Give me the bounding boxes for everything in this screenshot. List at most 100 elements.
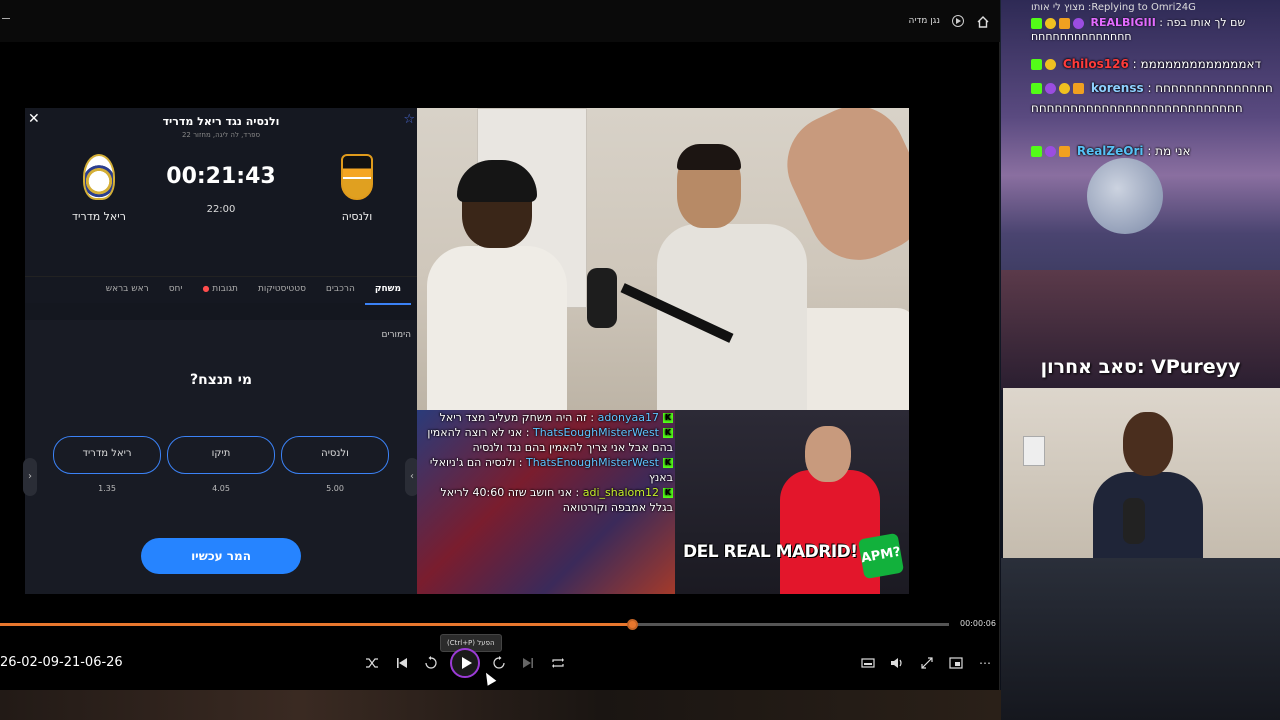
overlay-chat-line: Kadi_shalom12 : אני חושב שזה 40:60 לריאל… — [440, 486, 673, 514]
apm-badge: APM? — [857, 532, 905, 580]
kick-badge-icon: K — [663, 488, 673, 498]
chat-user: Chilos126 — [1062, 57, 1129, 71]
kick-badge-icon: K — [663, 413, 673, 423]
overlay-chat-user: ThatsEoughMisterWest — [532, 426, 659, 439]
chat-message: RealZeOri : אני מת — [1031, 141, 1280, 161]
reply-header: Replying to Omri24G: מצוץ לי אותו — [1031, 2, 1196, 13]
fire-icon: ● — [202, 284, 210, 293]
kick-badge-icon — [1031, 59, 1042, 70]
overlay-chat-user: adi_shalom12 — [582, 486, 659, 499]
option-home: ולנסיה 5.00 — [281, 436, 389, 493]
crown-badge-icon — [1059, 17, 1070, 29]
media-player-window: נגן מדיה ✕ ☆ ולנסיה נגד ריאל מדריד ספרד,… — [0, 0, 1000, 690]
background-strip — [0, 690, 1001, 720]
forward-30-icon[interactable] — [491, 655, 507, 671]
microphone-icon — [1123, 498, 1145, 544]
chat-message: korenss : חחחחחחחחחחחחחחחחחחחחחחחחחחחחחח… — [1031, 81, 1273, 115]
referee-clip: DEL REAL MADRID! APM? — [675, 410, 909, 594]
overlay-chat-line: Kadonyaa17 : זה היה משחק מעליב מצד ריאל — [439, 411, 673, 424]
tab-game: משחק — [364, 277, 411, 305]
away-team: ריאל מדריד — [49, 154, 149, 223]
seek-progress — [0, 623, 632, 626]
option-draw: תיקו 4.05 — [167, 436, 275, 493]
app-title: נגן מדיה — [908, 16, 940, 26]
satellite-dish — [1087, 158, 1163, 234]
next-icon[interactable] — [520, 655, 536, 671]
video-frame[interactable]: ✕ ☆ ולנסיה נגד ריאל מדריד ספרד, לה ליגה,… — [23, 108, 909, 594]
gift-badge-icon — [1045, 59, 1056, 70]
carousel-left-icon: ‹ — [23, 458, 37, 496]
gift-badge-icon — [1045, 17, 1056, 29]
prediction-options: ולנסיה 5.00 תיקו 4.05 ריאל מדריד 1.35 — [25, 436, 417, 493]
option-home-button: ולנסיה — [281, 436, 389, 474]
tab-comments-label: תגובות — [212, 284, 238, 294]
previous-icon[interactable] — [394, 655, 410, 671]
background-scene — [1001, 558, 1280, 720]
match-subtitle: ספרד, לה ליגה, מחזור 22 — [181, 131, 261, 139]
file-name: 26-02-09-21-06-26 — [0, 655, 123, 670]
current-time: 00:00:06 — [960, 619, 996, 628]
streamer — [1093, 412, 1203, 558]
screen: נגן מדיה ✕ ☆ ולנסיה נגד ריאל מדריד ספרד,… — [0, 0, 1280, 720]
reply-message: REALBIGIII : שם לך אותו בפה חחחחחחחחחחחח… — [1031, 16, 1246, 43]
crown-badge-icon — [1073, 83, 1084, 94]
person-left — [427, 160, 587, 410]
streamer-camera-scene — [417, 108, 909, 410]
seek-bar[interactable] — [0, 619, 949, 630]
chat-text: דאמממממממממממממ — [1140, 57, 1262, 71]
fullscreen-icon[interactable] — [919, 655, 935, 671]
tab-stats: סטטיסטיקות — [257, 284, 306, 294]
reply-user: REALBIGIII — [1090, 16, 1156, 29]
overlay-chat-line: KThatsEoughMisterWest : אני לא רוצה להאמ… — [427, 426, 673, 454]
sub-badge-icon — [1045, 146, 1056, 157]
match-title: ולנסיה נגד ריאל מדריד — [162, 115, 280, 128]
option-away-button: ריאל מדריד — [53, 436, 161, 474]
volume-icon[interactable] — [889, 655, 905, 671]
option-away: ריאל מדריד 1.35 — [53, 436, 161, 493]
microphone-icon — [587, 268, 617, 328]
chat-user: korenss — [1090, 81, 1144, 95]
broadcast-chat-overlay: Kadonyaa17 : זה היה משחק מעליב מצד ריאל … — [417, 410, 675, 594]
referee-face — [805, 426, 851, 482]
cast-icon[interactable] — [948, 655, 964, 671]
overlay-chat-line: KThatsEnoughMisterWest : ולנסיה הם ג'ניו… — [429, 456, 673, 484]
last-subscriber-banner: סאב אחרון: VPureyy — [1040, 356, 1241, 378]
sub-badge-icon — [1073, 17, 1084, 29]
rewind-10-icon[interactable] — [423, 655, 439, 671]
kick-badge-icon: K — [663, 428, 673, 438]
stream-chat-panel: Replying to Omri24G: מצוץ לי אותו REALBI… — [1001, 0, 1280, 390]
overlay-chat-user: ThatsEnoughMisterWest — [526, 456, 659, 469]
person-right — [657, 144, 857, 410]
chat-message: Chilos126 : דאמממממממממממממ — [1031, 54, 1280, 74]
gift-badge-icon — [1059, 83, 1070, 94]
match-header: ✕ ☆ ולנסיה נגד ריאל מדריד ספרד, לה ליגה,… — [25, 108, 417, 305]
overlay-chat-text: זה היה משחק מעליב מצד ריאל — [439, 411, 587, 424]
kick-badge-icon — [1031, 146, 1042, 157]
kick-badge-icon — [1031, 83, 1042, 94]
match-tabs: משחק הרכבים סטטיסטיקות תגובות ● יחס ראש … — [25, 276, 417, 305]
real-madrid-crest-icon — [83, 154, 115, 200]
shuffle-icon[interactable] — [364, 655, 380, 671]
player-titlebar: נגן מדיה — [0, 0, 1000, 42]
sub-badge-icon — [1045, 83, 1056, 94]
bet-now-button: המר עכשיו — [141, 538, 301, 574]
kick-badge-icon — [1031, 17, 1042, 29]
media-player-icon — [952, 15, 964, 27]
option-away-odd: 1.35 — [98, 484, 116, 493]
option-home-odd: 5.00 — [326, 484, 344, 493]
play-button[interactable] — [450, 648, 480, 678]
mini-player-icon[interactable] — [860, 655, 876, 671]
tab-lineups: הרכבים — [325, 284, 355, 294]
mouse-cursor-icon — [481, 670, 497, 686]
referee-caption: DEL REAL MADRID! — [683, 542, 858, 562]
home-icon[interactable] — [976, 14, 990, 28]
chat-text: אני מת — [1155, 144, 1191, 158]
more-icon[interactable]: ⋯ — [977, 655, 993, 671]
option-draw-button: תיקו — [167, 436, 275, 474]
seek-handle[interactable] — [627, 619, 638, 630]
overlay-chat-list: Kadonyaa17 : זה היה משחק מעליב מצד ריאל … — [421, 410, 673, 515]
minimize-icon[interactable] — [2, 18, 10, 19]
tab-head-to-head: ראש בראש — [105, 284, 149, 294]
match-app-panel: ✕ ☆ ולנסיה נגד ריאל מדריד ספרד, לה ליגה,… — [23, 108, 419, 594]
repeat-icon[interactable] — [550, 655, 566, 671]
